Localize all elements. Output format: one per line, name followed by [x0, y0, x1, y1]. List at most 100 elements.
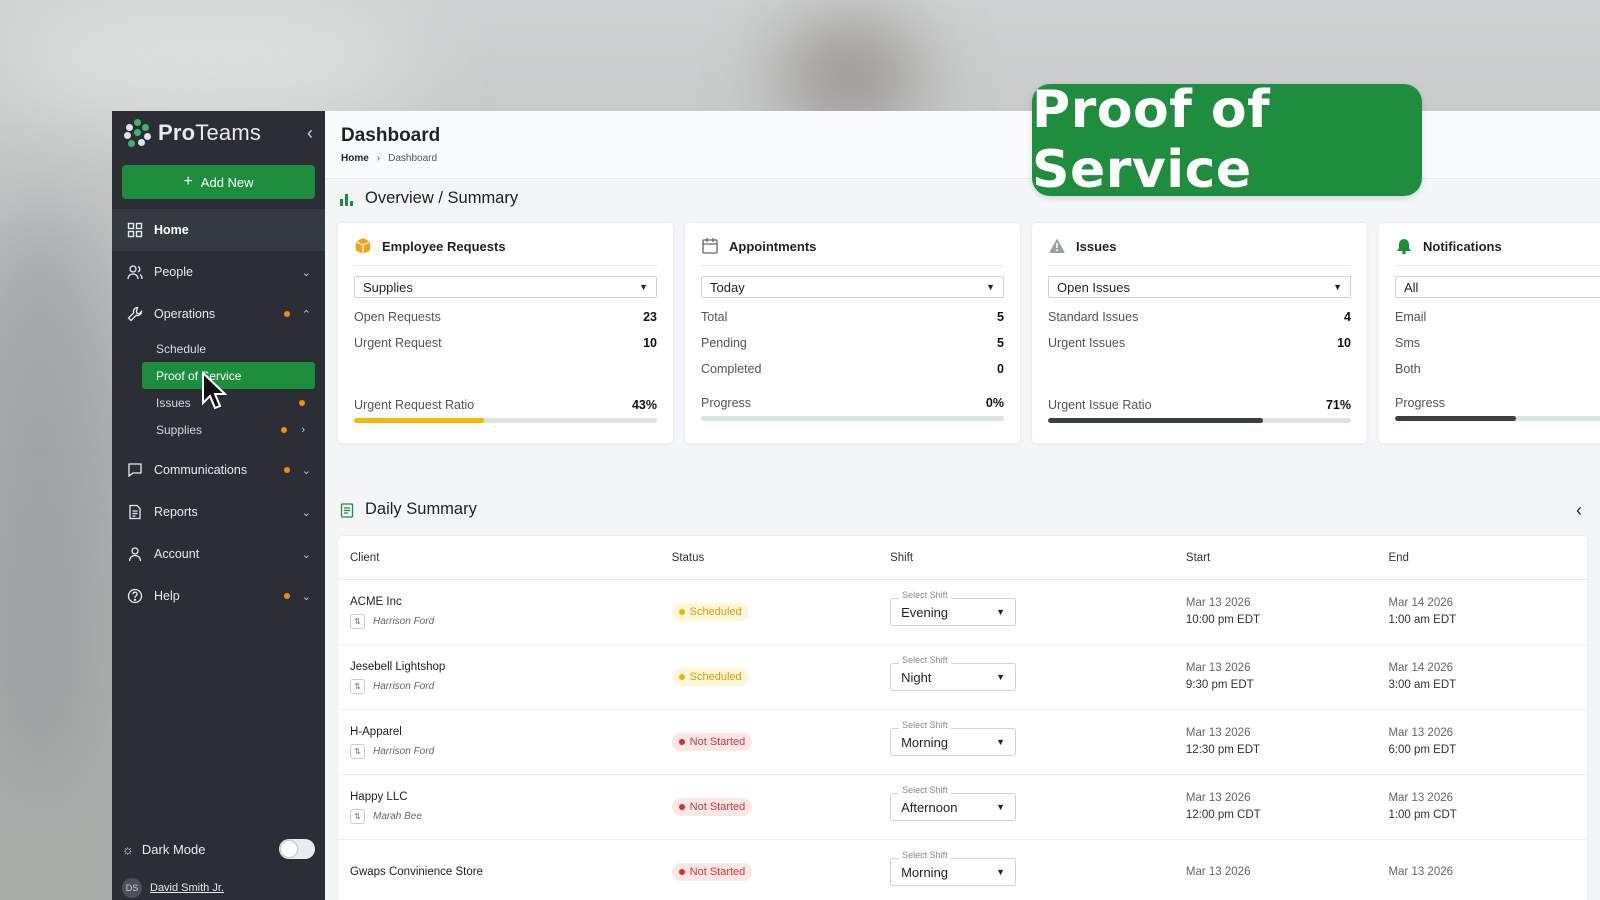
chevron-right-icon: › [301, 423, 305, 436]
card-header: Issues [1048, 237, 1351, 266]
sidebar-subitem-schedule[interactable]: Schedule [142, 335, 315, 362]
sidebar-subitem-issues[interactable]: Issues [142, 389, 315, 416]
status-badge: Not Started [671, 863, 753, 881]
notifications-filter-select[interactable]: All▼ [1395, 276, 1600, 298]
sidebar-subitem-proof-of-service[interactable]: Proof of Service [142, 362, 315, 389]
wrench-icon [126, 305, 144, 323]
table-header: Client Status Shift Start End [338, 536, 1587, 580]
progress-bar [1048, 418, 1351, 423]
app-window: ProTeams ‹ + Add New Home People ⌄ Opera… [112, 111, 1600, 900]
previous-page-icon[interactable]: ‹ [1576, 500, 1582, 521]
sidebar-item-people[interactable]: People ⌄ [112, 251, 325, 293]
shift-cell: Select Shift Afternoon ▼ [890, 785, 1186, 821]
table-row[interactable]: Gwaps Convinience Store Not Started Select… [338, 840, 1587, 900]
status-badge: Scheduled [671, 668, 749, 686]
swap-icon[interactable]: ⇅ [350, 743, 365, 759]
sidebar-item-communications[interactable]: Communications ⌄ [112, 449, 325, 491]
client-name: Gwaps Convinience Store [350, 866, 483, 878]
issues-filter-select[interactable]: Open Issues ▼ [1048, 276, 1351, 298]
client-cell: Gwaps Convinience Store [350, 866, 672, 878]
warning-icon [1048, 237, 1066, 255]
shift-select[interactable]: Select Shift Evening ▼ [890, 590, 1017, 626]
main-content: Dashboard Home › Dashboard Overview / Su… [325, 111, 1600, 900]
caret-down-icon: ▼ [996, 737, 1006, 747]
add-new-button[interactable]: + Add New [122, 165, 315, 199]
client-name: ACME Inc [350, 595, 402, 608]
progress-bar [701, 416, 1004, 421]
brand-name: ProTeams [158, 120, 262, 145]
brand: ProTeams ‹ [112, 111, 325, 155]
assigned-employee: ⇅ Harrison Ford [350, 678, 672, 694]
calendar-icon [701, 237, 719, 255]
status-cell: Scheduled [671, 668, 890, 686]
chevron-right-icon: › [376, 153, 381, 164]
shift-select[interactable]: Select Shift Morning ▼ [890, 850, 1017, 886]
plus-icon: + [183, 173, 193, 190]
sidebar-item-help[interactable]: Help ⌄ [112, 575, 325, 617]
swap-icon[interactable]: ⇅ [350, 613, 365, 629]
client-name: Happy LLC [350, 790, 408, 803]
proteams-logo-icon [124, 119, 152, 147]
status-cell: Scheduled [671, 603, 890, 621]
shift-cell: Select Shift Evening ▼ [890, 590, 1186, 626]
table-row[interactable]: Jesebell Lightshop ⇅ Harrison Ford Schedule… [338, 645, 1587, 710]
requests-filter-select[interactable]: Supplies ▼ [354, 276, 657, 298]
stat-row: Urgent Issues 10 [1048, 336, 1351, 350]
table-row[interactable]: H-Apparel ⇅ Harrison Ford Not Started Select… [338, 710, 1587, 775]
progress-row: Urgent Request Ratio 43% [354, 398, 657, 412]
shift-cell: Select Shift Morning ▼ [890, 720, 1186, 756]
user-icon [126, 545, 144, 563]
box-icon [354, 237, 372, 255]
alert-dot [283, 311, 290, 317]
chevron-down-icon: ⌄ [301, 464, 311, 477]
sidebar-item-operations[interactable]: Operations ⌃ [112, 293, 325, 335]
shift-select[interactable]: Select Shift Afternoon ▼ [890, 785, 1017, 821]
end-cell: Mar 13 2026 1:00 pm CDT [1388, 792, 1457, 821]
stat-row: Open Requests 23 [354, 310, 657, 324]
status-badge: Not Started [671, 798, 753, 816]
sun-icon: ☼ [122, 841, 134, 857]
bell-icon [1395, 237, 1413, 255]
table-row[interactable]: Happy LLC ⇅ Marah Bee Not Started Select Shi… [338, 775, 1587, 840]
chevron-up-icon: ⌃ [301, 308, 311, 321]
chat-icon [126, 461, 144, 479]
shift-cell: Select Shift Morning ▼ [890, 850, 1186, 886]
caret-down-icon: ▼ [996, 607, 1006, 617]
sidebar-subitem-supplies[interactable]: Supplies › [142, 416, 315, 443]
collapse-sidebar-icon[interactable]: ‹ [307, 123, 313, 144]
user-name-link[interactable]: David Smith Jr. [150, 882, 224, 894]
status-badge: Scheduled [671, 603, 749, 621]
stat-row: Pending 5 [701, 336, 1004, 350]
breadcrumb-current: Dashboard [388, 153, 438, 164]
sidebar-item-home[interactable]: Home [112, 209, 325, 251]
sidebar: ProTeams ‹ + Add New Home People ⌄ Opera… [112, 111, 325, 900]
avatar[interactable]: DS [122, 878, 142, 898]
dark-mode-row: ☼ Dark Mode [112, 834, 325, 864]
breadcrumb-home[interactable]: Home [341, 153, 369, 164]
stat-row: Email [1395, 310, 1427, 324]
end-cell: Mar 14 2026 3:00 am EDT [1388, 662, 1457, 691]
chevron-down-icon: ⌄ [301, 548, 311, 561]
stat-row: Both [1395, 362, 1421, 376]
appointments-filter-select[interactable]: Today ▼ [701, 276, 1004, 298]
swap-icon[interactable]: ⇅ [350, 808, 365, 824]
progress-row: Progress 0% [701, 396, 1004, 410]
shift-select[interactable]: Select Shift Night ▼ [890, 655, 1017, 691]
sidebar-nav: Home People ⌄ Operations ⌃ Schedule Proo… [112, 209, 325, 617]
start-cell: Mar 13 2026 [1185, 865, 1251, 878]
assigned-employee: ⇅ Harrison Ford [350, 613, 672, 629]
client-cell: Happy LLC ⇅ Marah Bee [350, 791, 672, 824]
dark-mode-toggle[interactable] [279, 839, 315, 859]
card-issues: Issues Open Issues ▼ Standard Issues 4 Urg… [1031, 222, 1368, 444]
status-cell: Not Started [671, 863, 890, 881]
swap-icon[interactable]: ⇅ [350, 678, 365, 694]
table-row[interactable]: ACME Inc ⇅ Harrison Ford Scheduled Select Sh… [338, 580, 1587, 645]
document-icon [126, 503, 144, 521]
assigned-employee: ⇅ Marah Bee [350, 808, 672, 824]
sidebar-item-reports[interactable]: Reports ⌄ [112, 491, 325, 533]
card-header: Appointments [701, 237, 1004, 266]
client-name: Jesebell Lightshop [350, 660, 446, 673]
shift-select[interactable]: Select Shift Morning ▼ [890, 720, 1017, 756]
chevron-down-icon: ⌄ [301, 590, 311, 603]
sidebar-item-account[interactable]: Account ⌄ [112, 533, 325, 575]
